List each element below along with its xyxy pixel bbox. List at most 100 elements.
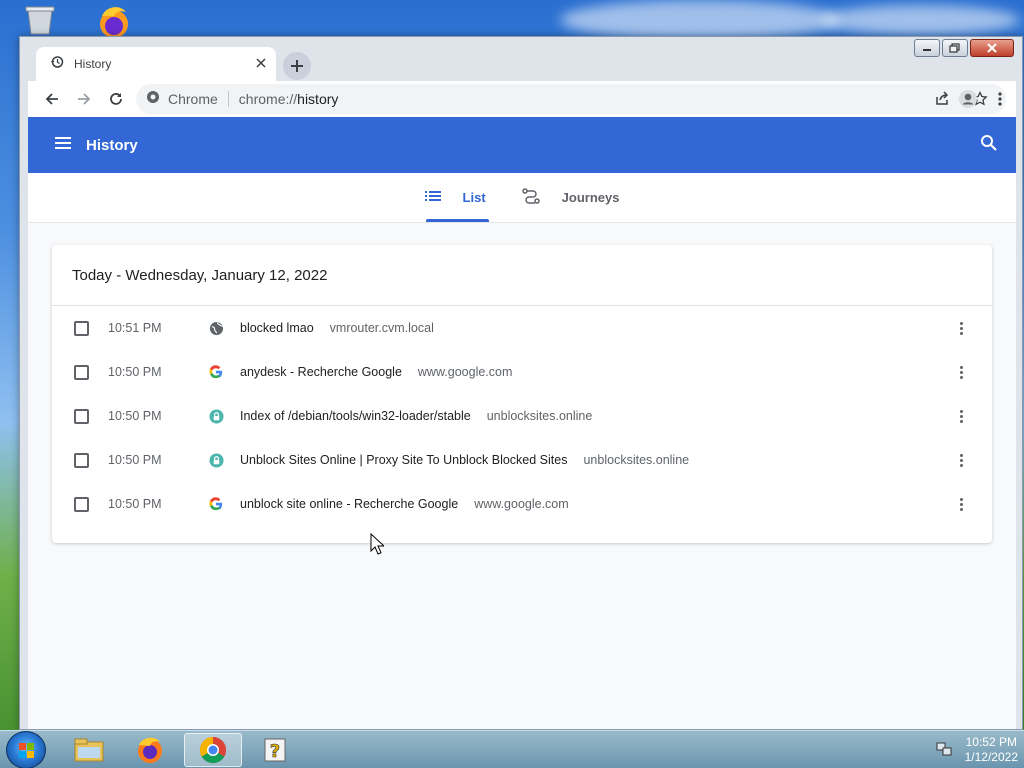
arrow-left-icon bbox=[45, 93, 58, 105]
system-clock[interactable]: 10:52 PM 1/12/2022 bbox=[965, 735, 1018, 765]
history-row[interactable]: 10:50 PM anydesk - Recherche Google www.… bbox=[52, 350, 992, 394]
profile-avatar-icon bbox=[959, 90, 977, 108]
row-domain: unblocksites.online bbox=[486, 409, 593, 423]
maximize-button[interactable] bbox=[942, 39, 968, 57]
chrome-icon bbox=[199, 736, 227, 764]
row-time: 10:50 PM bbox=[108, 409, 162, 423]
close-tab-icon[interactable] bbox=[256, 55, 266, 73]
history-page: History List Journeys Today - Wednesday, bbox=[28, 117, 1016, 729]
taskbar: ? 10:52 PM 1/12/2022 bbox=[0, 730, 1024, 768]
google-icon bbox=[208, 496, 224, 512]
history-row[interactable]: 10:50 PM Unblock Sites Online | Proxy Si… bbox=[52, 438, 992, 482]
row-time: 10:50 PM bbox=[108, 497, 162, 511]
row-more-actions-icon[interactable] bbox=[952, 450, 970, 470]
row-more-actions-icon[interactable] bbox=[952, 362, 970, 382]
windows-logo-icon bbox=[19, 743, 34, 758]
taskbar-help[interactable]: ? bbox=[246, 733, 304, 767]
row-time: 10:50 PM bbox=[108, 365, 162, 379]
list-icon bbox=[424, 190, 441, 205]
omnibox-divider bbox=[227, 91, 229, 107]
history-row[interactable]: 10:50 PM Index of /debian/tools/win32-lo… bbox=[52, 394, 992, 438]
row-domain: vmrouter.cvm.local bbox=[329, 321, 434, 335]
chrome-menu-button[interactable] bbox=[984, 83, 1016, 115]
browser-toolbar: Chrome chrome://history bbox=[28, 81, 1016, 117]
system-tray: 10:52 PM 1/12/2022 bbox=[935, 735, 1018, 765]
back-button[interactable] bbox=[36, 83, 68, 115]
address-bar[interactable]: Chrome chrome://history bbox=[136, 84, 1006, 114]
tab-history[interactable]: History bbox=[36, 47, 276, 81]
forward-button[interactable] bbox=[68, 83, 100, 115]
site-label: Chrome bbox=[168, 91, 218, 107]
row-time: 10:51 PM bbox=[108, 321, 162, 335]
tab-list[interactable]: List bbox=[423, 173, 488, 223]
desktop-cloud bbox=[820, 5, 1020, 35]
mouse-cursor-icon bbox=[370, 532, 386, 560]
row-title-link[interactable]: Unblock Sites Online | Proxy Site To Unb… bbox=[240, 453, 567, 467]
url-path: history bbox=[297, 91, 339, 107]
lock-site-icon bbox=[208, 408, 224, 424]
window-controls bbox=[914, 39, 1014, 57]
google-icon bbox=[208, 364, 224, 380]
row-domain: unblocksites.online bbox=[583, 453, 690, 467]
date-heading: Today - Wednesday, January 12, 2022 bbox=[52, 245, 992, 306]
row-title-link[interactable]: blocked lmao bbox=[240, 321, 314, 335]
svg-text:?: ? bbox=[270, 741, 280, 762]
row-more-actions-icon[interactable] bbox=[952, 318, 970, 338]
tab-list-label: List bbox=[462, 190, 486, 205]
network-icon[interactable] bbox=[935, 741, 953, 760]
taskbar-explorer[interactable] bbox=[60, 733, 118, 767]
history-row[interactable]: 10:51 PM blocked lmao vmrouter.cvm.local bbox=[52, 306, 992, 350]
reload-button[interactable] bbox=[100, 83, 132, 115]
url-text[interactable]: chrome://history bbox=[239, 91, 926, 107]
history-card: Today - Wednesday, January 12, 2022 10:5… bbox=[52, 245, 992, 543]
plus-icon bbox=[291, 60, 303, 72]
history-row[interactable]: 10:50 PM unblock site online - Recherche… bbox=[52, 482, 992, 526]
search-icon[interactable] bbox=[980, 134, 998, 157]
help-icon: ? bbox=[264, 738, 286, 762]
history-header: History bbox=[28, 117, 1016, 173]
row-checkbox[interactable] bbox=[74, 320, 89, 336]
row-title-link[interactable]: unblock site online - Recherche Google bbox=[240, 497, 458, 511]
reload-icon bbox=[110, 93, 122, 105]
taskbar-firefox[interactable] bbox=[121, 733, 179, 767]
active-tab-indicator bbox=[426, 219, 489, 222]
row-checkbox[interactable] bbox=[74, 452, 89, 468]
tab-strip: History bbox=[28, 45, 928, 81]
url-scheme: chrome:// bbox=[238, 91, 298, 107]
row-domain: www.google.com bbox=[417, 365, 513, 379]
taskbar-chrome[interactable] bbox=[184, 733, 242, 767]
history-favicon-icon bbox=[50, 55, 64, 74]
row-time: 10:50 PM bbox=[108, 453, 162, 467]
row-more-actions-icon[interactable] bbox=[952, 494, 970, 514]
tab-journeys[interactable]: Journeys bbox=[520, 173, 622, 223]
chrome-site-icon bbox=[146, 90, 160, 109]
share-icon bbox=[936, 91, 949, 105]
row-checkbox[interactable] bbox=[74, 364, 89, 380]
row-checkbox[interactable] bbox=[74, 408, 89, 424]
toolbar-right bbox=[952, 83, 1016, 115]
lock-site-icon bbox=[208, 452, 224, 468]
tab-title: History bbox=[74, 57, 112, 71]
row-title-link[interactable]: anydesk - Recherche Google bbox=[240, 365, 402, 379]
history-view-tabs: List Journeys bbox=[28, 173, 1016, 223]
firefox-icon bbox=[138, 737, 162, 763]
page-title: History bbox=[86, 136, 138, 154]
clock-date: 1/12/2022 bbox=[964, 750, 1018, 764]
clock-time: 10:52 PM bbox=[965, 735, 1017, 749]
globe-icon bbox=[208, 320, 224, 336]
browser-window: History Chrome chrome://history History … bbox=[19, 36, 1023, 730]
row-domain: www.google.com bbox=[474, 497, 569, 511]
file-explorer-icon bbox=[74, 738, 104, 762]
row-more-actions-icon[interactable] bbox=[952, 406, 970, 426]
row-checkbox[interactable] bbox=[74, 496, 89, 512]
arrow-right-icon bbox=[78, 93, 91, 105]
start-button[interactable] bbox=[6, 731, 46, 768]
journeys-icon bbox=[521, 188, 540, 207]
tab-journeys-label: Journeys bbox=[561, 190, 620, 205]
profile-button[interactable] bbox=[952, 83, 984, 115]
new-tab-button[interactable] bbox=[283, 52, 311, 80]
close-window-button[interactable] bbox=[970, 39, 1014, 57]
desktop-cloud bbox=[560, 0, 840, 40]
hamburger-menu-icon[interactable] bbox=[54, 136, 72, 155]
row-title-link[interactable]: Index of /debian/tools/win32-loader/stab… bbox=[240, 409, 471, 423]
